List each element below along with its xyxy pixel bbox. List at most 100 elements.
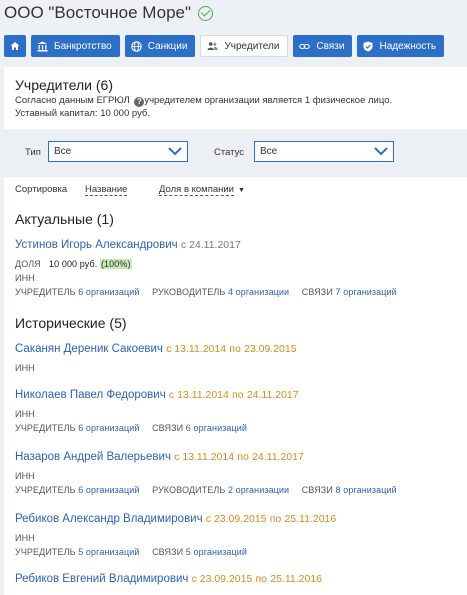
role-label: РУКОВОДИТЕЛЬ xyxy=(152,287,226,297)
tab-home[interactable] xyxy=(4,35,26,57)
role-label: СВЯЗИ xyxy=(152,423,184,433)
role-link[interactable]: 8 организаций xyxy=(336,485,397,495)
authorized-capital: Уставный капитал: 10 000 руб. xyxy=(15,108,151,119)
desc-part1: Согласно данным ЕГРЮЛ xyxy=(15,95,130,106)
tab-reliability[interactable]: Надежность xyxy=(357,35,445,57)
tab-founders-label: Учредители xyxy=(224,40,280,52)
tab-sanctions[interactable]: Санкции xyxy=(124,35,196,57)
globe-icon xyxy=(130,40,142,52)
person-inn: ИНН xyxy=(15,533,35,543)
founders-title: Учредители (6) xyxy=(15,77,114,93)
person-inn: ИНН xyxy=(15,273,35,283)
person-date-sep: по xyxy=(255,573,268,585)
role-link[interactable]: 2 организации xyxy=(228,485,289,495)
person-name[interactable]: Назаров Андрей Валерьевич xyxy=(15,451,171,463)
share-value: 10 000 руб. xyxy=(49,259,98,269)
person-name[interactable]: Устинов Игорь Александрович xyxy=(15,239,178,251)
person-date-to: 25.11.2016 xyxy=(284,513,337,525)
person-date-from: с 13.11.2014 xyxy=(174,451,235,463)
founders-panel: Учредители (6) Согласно данным ЕГРЮЛ ? уч… xyxy=(4,67,467,595)
role-label: УЧРЕДИТЕЛЬ xyxy=(15,547,76,557)
person-name[interactable]: Ребиков Александр Владимирович xyxy=(15,513,203,525)
share-label: ДОЛЯ xyxy=(15,259,41,269)
tab-reliability-label: Надежность xyxy=(379,40,437,52)
role-label: УЧРЕДИТЕЛЬ xyxy=(15,423,76,433)
check-circle-icon xyxy=(198,5,214,21)
role-label: УЧРЕДИТЕЛЬ xyxy=(15,485,76,495)
role-label: УЧРЕДИТЕЛЬ xyxy=(15,287,76,297)
role-link[interactable]: 7 организаций xyxy=(336,287,397,297)
home-icon xyxy=(10,42,20,50)
type-select[interactable]: Все xyxy=(48,141,188,162)
role-label: СВЯЗИ xyxy=(152,547,184,557)
role-link[interactable]: 6 организаций xyxy=(78,485,139,495)
person-date-to: 23.09.2015 xyxy=(244,343,297,355)
person-name[interactable]: Саканян Дереник Сакоевич xyxy=(15,343,163,355)
role-label: СВЯЗИ xyxy=(301,287,333,297)
role-link[interactable]: 6 организаций xyxy=(78,287,139,297)
type-select-value: Все xyxy=(54,146,72,157)
person-row: Николаев Павел Федорович с 13.11.2014 по… xyxy=(15,389,299,401)
person-row: Саканян Дереник Сакоевич с 13.11.2014 по… xyxy=(15,343,297,355)
person-inn: ИНН xyxy=(15,471,35,481)
person-roles: УЧРЕДИТЕЛЬ 6 организаций РУКОВОДИТЕЛЬ 4 … xyxy=(15,287,397,297)
role-link[interactable]: 5 организаций xyxy=(186,547,247,557)
role-label: СВЯЗИ xyxy=(301,485,333,495)
person-inn: ИНН xyxy=(15,363,35,373)
sort-by-share[interactable]: Доля в компании ▼ xyxy=(159,184,245,196)
link-icon xyxy=(299,43,311,49)
tab-founders[interactable]: Учредители xyxy=(200,35,289,57)
tab-bankruptcy-label: Банкротство xyxy=(54,40,112,52)
person-date-to: 24.11.2017 xyxy=(246,389,299,401)
role-link[interactable]: 5 организаций xyxy=(78,547,139,557)
person-date-sep: по xyxy=(229,343,241,355)
person-date-from: с 13.11.2014 xyxy=(166,343,227,355)
role-link[interactable]: 4 организации xyxy=(228,287,289,297)
desc-part2: учредителем организации является 1 физич… xyxy=(144,95,393,106)
person-share: ДОЛЯ 10 000 руб. (100%) xyxy=(15,259,132,269)
sort-by-name[interactable]: Название xyxy=(85,184,128,196)
shield-icon xyxy=(363,41,373,51)
founders-description: Согласно данным ЕГРЮЛ ? учредителем орган… xyxy=(15,95,392,107)
tab-links[interactable]: Связи xyxy=(293,35,353,57)
person-inn: ИНН xyxy=(15,409,35,419)
person-date-to: 25.11.2016 xyxy=(270,573,323,585)
help-icon[interactable]: ? xyxy=(134,97,145,107)
person-name[interactable]: Николаев Павел Федорович xyxy=(15,389,166,401)
type-filter-label: Тип xyxy=(25,147,41,158)
tab-links-label: Связи xyxy=(316,40,345,52)
bank-icon xyxy=(37,41,48,51)
chevron-down-icon xyxy=(168,147,182,156)
tab-sanctions-label: Санкции xyxy=(147,40,188,52)
person-roles: УЧРЕДИТЕЛЬ 5 организаций СВЯЗИ 5 организ… xyxy=(15,547,247,557)
actual-title: Актуальные (1) xyxy=(15,211,114,227)
person-date-from: с 23.09.2015 xyxy=(191,573,253,585)
person-row: Назаров Андрей Валерьевич с 13.11.2014 п… xyxy=(15,451,304,463)
share-percent: (100%) xyxy=(99,259,132,269)
person-date-sep: по xyxy=(269,513,282,525)
tab-bar: Банкротство Санкции Учредители Связи Над… xyxy=(4,35,445,57)
company-title: ООО "Восточное Море" xyxy=(4,3,214,23)
caret-down-icon: ▼ xyxy=(238,187,245,194)
company-name: ООО "Восточное Море" xyxy=(4,3,192,22)
person-date: с 24.11.2017 xyxy=(180,239,241,251)
sort-label: Сортировка xyxy=(15,184,68,195)
person-roles: УЧРЕДИТЕЛЬ 6 организаций СВЯЗИ 6 организ… xyxy=(15,423,247,433)
sort-by-share-label: Доля в компании xyxy=(159,184,234,196)
role-label: РУКОВОДИТЕЛЬ xyxy=(152,485,226,495)
role-link[interactable]: 6 организаций xyxy=(78,423,139,433)
person-date-from: с 13.11.2014 xyxy=(168,389,229,401)
people-icon xyxy=(207,42,219,50)
chevron-down-icon xyxy=(374,147,388,156)
person-date-sep: по xyxy=(237,451,249,463)
filter-box: Тип Все Статус Все xyxy=(4,129,467,177)
person-roles: УЧРЕДИТЕЛЬ 6 организаций РУКОВОДИТЕЛЬ 2 … xyxy=(15,485,397,495)
person-row: Ребиков Евгений Владимирович с 23.09.201… xyxy=(15,573,322,585)
tab-bankruptcy[interactable]: Банкротство xyxy=(31,35,120,57)
status-select[interactable]: Все xyxy=(254,141,394,162)
person-date-to: 24.11.2017 xyxy=(252,451,304,463)
person-name[interactable]: Ребиков Евгений Владимирович xyxy=(15,573,188,585)
status-filter-label: Статус xyxy=(214,147,245,158)
role-link[interactable]: 6 организаций xyxy=(186,423,247,433)
historic-title: Исторические (5) xyxy=(15,315,127,331)
